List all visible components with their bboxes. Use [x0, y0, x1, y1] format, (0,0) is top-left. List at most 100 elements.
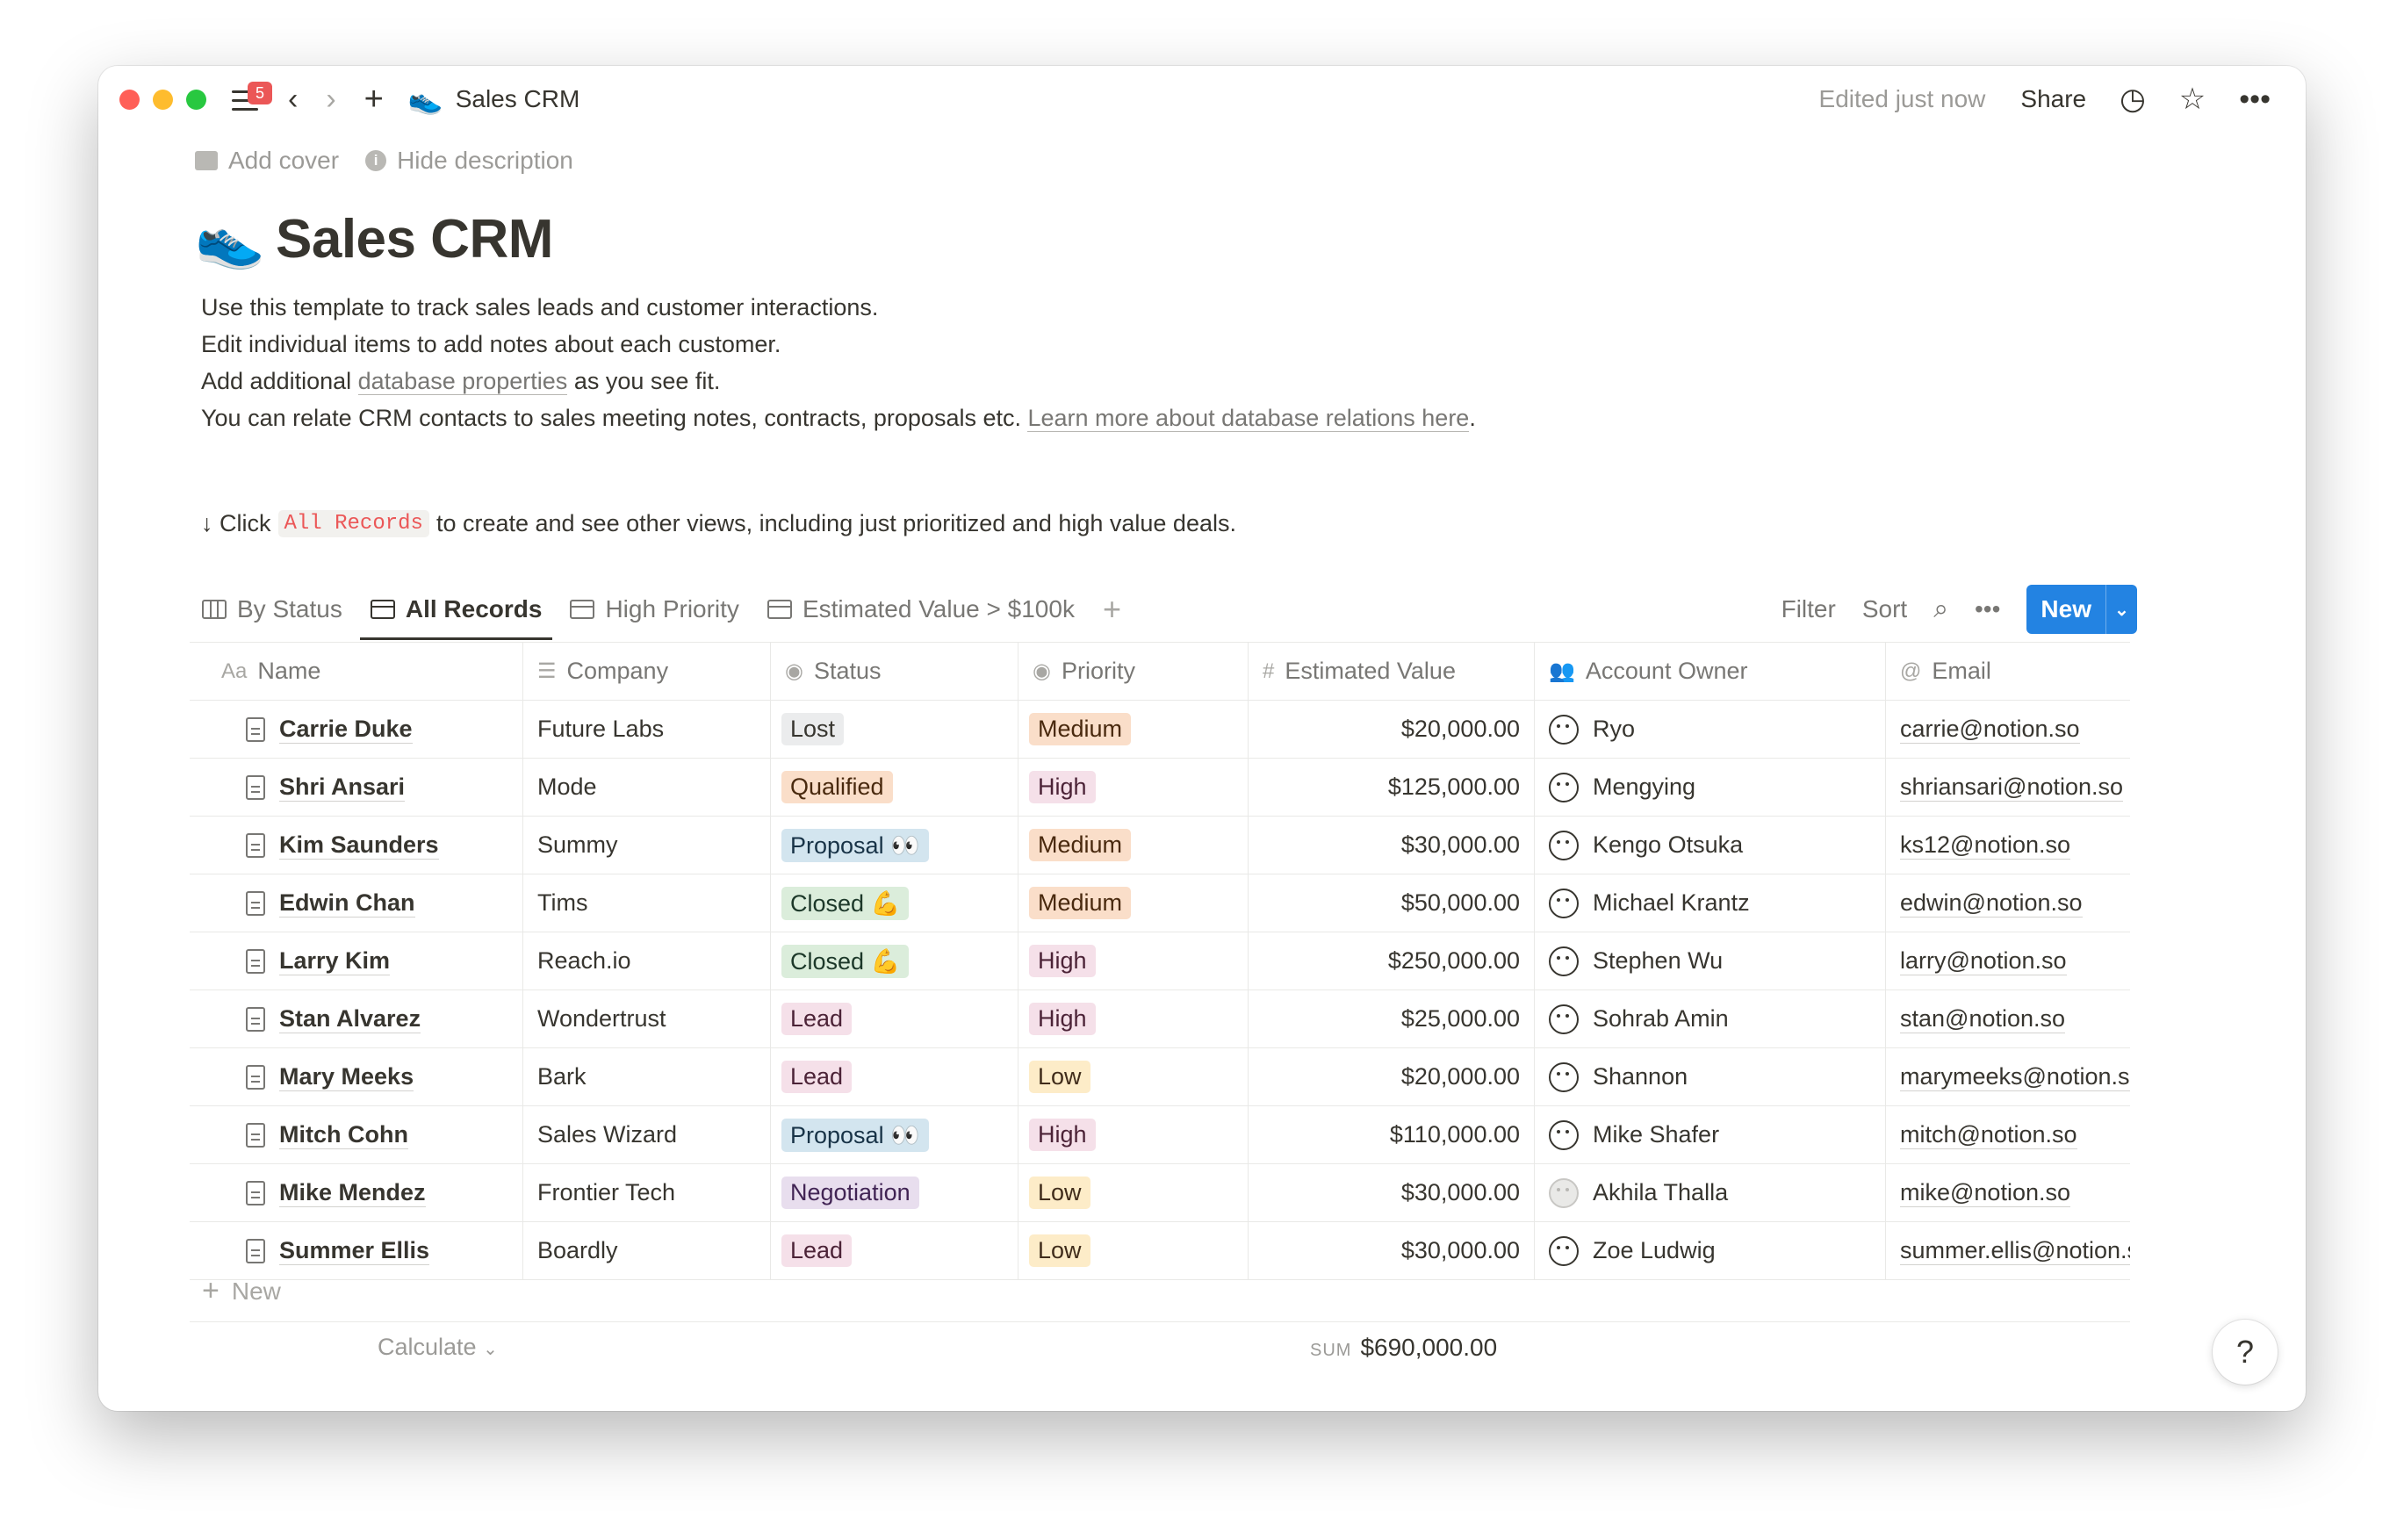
hide-description-button[interactable]: i Hide description: [365, 147, 573, 175]
company-cell[interactable]: Tims: [523, 874, 771, 932]
column-header-name[interactable]: Aa Name: [190, 643, 523, 700]
status-cell[interactable]: Closed 💪: [771, 874, 1018, 932]
priority-cell[interactable]: Low: [1018, 1222, 1249, 1279]
estimated-value-cell[interactable]: $50,000.00: [1249, 874, 1535, 932]
account-owner-cell[interactable]: Shannon: [1535, 1048, 1886, 1105]
more-options-icon[interactable]: •••: [2239, 83, 2271, 117]
name-cell[interactable]: Mary Meeks: [190, 1048, 523, 1105]
estimated-value-cell[interactable]: $20,000.00: [1249, 1048, 1535, 1105]
company-cell[interactable]: Frontier Tech: [523, 1164, 771, 1221]
record-name[interactable]: Summer Ellis: [279, 1237, 430, 1265]
tab-by-status[interactable]: By Status: [202, 582, 342, 637]
email-cell[interactable]: larry@notion.so: [1886, 932, 2130, 989]
company-cell[interactable]: Wondertrust: [523, 990, 771, 1047]
estimated-value-cell[interactable]: $30,000.00: [1249, 1164, 1535, 1221]
status-cell[interactable]: Negotiation: [771, 1164, 1018, 1221]
record-name[interactable]: Shri Ansari: [279, 774, 406, 802]
share-button[interactable]: Share: [2020, 85, 2086, 113]
status-cell[interactable]: Proposal 👀: [771, 817, 1018, 874]
more-options-icon[interactable]: •••: [1975, 595, 2000, 623]
email-link[interactable]: carrie@notion.so: [1900, 716, 2080, 744]
minimize-window-button[interactable]: [153, 89, 173, 110]
email-link[interactable]: edwin@notion.so: [1900, 889, 2083, 918]
new-record-button[interactable]: New ⌄: [2026, 585, 2137, 634]
email-cell[interactable]: mike@notion.so: [1886, 1164, 2130, 1221]
star-icon[interactable]: ☆: [2179, 82, 2206, 117]
estimated-value-cell[interactable]: $20,000.00: [1249, 701, 1535, 758]
help-button[interactable]: ?: [2213, 1320, 2278, 1385]
add-cover-button[interactable]: Add cover: [195, 147, 339, 175]
priority-cell[interactable]: Medium: [1018, 874, 1249, 932]
priority-cell[interactable]: High: [1018, 932, 1249, 989]
zoom-window-button[interactable]: [186, 89, 206, 110]
record-name[interactable]: Kim Saunders: [279, 831, 439, 860]
name-cell[interactable]: Mitch Cohn: [190, 1106, 523, 1163]
account-owner-cell[interactable]: Sohrab Amin: [1535, 990, 1886, 1047]
priority-cell[interactable]: Medium: [1018, 817, 1249, 874]
clock-icon[interactable]: ◷: [2120, 82, 2146, 117]
priority-cell[interactable]: Low: [1018, 1164, 1249, 1221]
priority-cell[interactable]: High: [1018, 1106, 1249, 1163]
name-cell[interactable]: Carrie Duke: [190, 701, 523, 758]
forward-arrow-icon[interactable]: ›: [326, 84, 335, 114]
column-header-account-owner[interactable]: 👥 Account Owner: [1535, 643, 1886, 700]
status-cell[interactable]: Lost: [771, 701, 1018, 758]
account-owner-cell[interactable]: Mengying: [1535, 759, 1886, 816]
status-cell[interactable]: Qualified: [771, 759, 1018, 816]
sort-button[interactable]: Sort: [1862, 595, 1907, 623]
breadcrumb-title[interactable]: Sales CRM: [456, 85, 580, 113]
tab-high-priority[interactable]: High Priority: [570, 582, 739, 637]
email-cell[interactable]: edwin@notion.so: [1886, 874, 2130, 932]
table-row[interactable]: Mary Meeks Bark Lead Low $20,000.00 Shannon ma…: [190, 1048, 2130, 1106]
account-owner-cell[interactable]: Mike Shafer: [1535, 1106, 1886, 1163]
priority-cell[interactable]: Medium: [1018, 701, 1249, 758]
account-owner-cell[interactable]: Kengo Otsuka: [1535, 817, 1886, 874]
email-link[interactable]: stan@notion.so: [1900, 1005, 2066, 1033]
tab-all-records[interactable]: All Records: [359, 582, 553, 640]
status-cell[interactable]: Closed 💪: [771, 932, 1018, 989]
email-link[interactable]: summer.ellis@notion.so: [1900, 1237, 2130, 1265]
table-row[interactable]: Shri Ansari Mode Qualified High $125,000.00 M…: [190, 759, 2130, 817]
email-link[interactable]: larry@notion.so: [1900, 947, 2067, 975]
record-name[interactable]: Stan Alvarez: [279, 1005, 421, 1033]
priority-cell[interactable]: Low: [1018, 1048, 1249, 1105]
company-cell[interactable]: Mode: [523, 759, 771, 816]
email-cell[interactable]: shriansari@notion.so: [1886, 759, 2130, 816]
table-row[interactable]: Edwin Chan Tims Closed 💪 Medium $50,000.00 Mi…: [190, 874, 2130, 932]
email-link[interactable]: marymeeks@notion.so: [1900, 1063, 2130, 1091]
tab-estimated-value[interactable]: Estimated Value > $100k: [767, 582, 1075, 637]
name-cell[interactable]: Stan Alvarez: [190, 990, 523, 1047]
name-cell[interactable]: Mike Mendez: [190, 1164, 523, 1221]
company-cell[interactable]: Future Labs: [523, 701, 771, 758]
priority-cell[interactable]: High: [1018, 990, 1249, 1047]
add-view-plus-icon[interactable]: +: [1103, 591, 1121, 628]
priority-cell[interactable]: High: [1018, 759, 1249, 816]
calculate-button[interactable]: Calculate ⌄: [378, 1334, 498, 1361]
email-cell[interactable]: ks12@notion.so: [1886, 817, 2130, 874]
email-cell[interactable]: carrie@notion.so: [1886, 701, 2130, 758]
estimated-value-cell[interactable]: $30,000.00: [1249, 817, 1535, 874]
account-owner-cell[interactable]: Ryo: [1535, 701, 1886, 758]
page-title[interactable]: Sales CRM: [276, 208, 553, 270]
column-header-company[interactable]: ☰ Company: [523, 643, 771, 700]
company-cell[interactable]: Sales Wizard: [523, 1106, 771, 1163]
record-name[interactable]: Edwin Chan: [279, 889, 415, 918]
status-cell[interactable]: Lead: [771, 1222, 1018, 1279]
name-cell[interactable]: Shri Ansari: [190, 759, 523, 816]
table-row[interactable]: Mike Mendez Frontier Tech Negotiation Low $3…: [190, 1164, 2130, 1222]
company-cell[interactable]: Summy: [523, 817, 771, 874]
record-name[interactable]: Carrie Duke: [279, 716, 413, 744]
account-owner-cell[interactable]: Zoe Ludwig: [1535, 1222, 1886, 1279]
email-cell[interactable]: stan@notion.so: [1886, 990, 2130, 1047]
sidebar-toggle-button[interactable]: 5: [230, 82, 272, 117]
table-row[interactable]: Larry Kim Reach.io Closed 💪 High $250,000.00…: [190, 932, 2130, 990]
email-link[interactable]: mike@notion.so: [1900, 1179, 2070, 1207]
column-header-priority[interactable]: ◉ Priority: [1018, 643, 1249, 700]
search-icon[interactable]: ⌕: [1933, 594, 1948, 624]
name-cell[interactable]: Summer Ellis: [190, 1222, 523, 1279]
table-row[interactable]: Summer Ellis Boardly Lead Low $30,000.00 Zoe …: [190, 1222, 2130, 1280]
status-cell[interactable]: Lead: [771, 990, 1018, 1047]
email-link[interactable]: mitch@notion.so: [1900, 1121, 2077, 1149]
estimated-value-cell[interactable]: $250,000.00: [1249, 932, 1535, 989]
sum-aggregate[interactable]: SUM $690,000.00: [1310, 1334, 1497, 1362]
